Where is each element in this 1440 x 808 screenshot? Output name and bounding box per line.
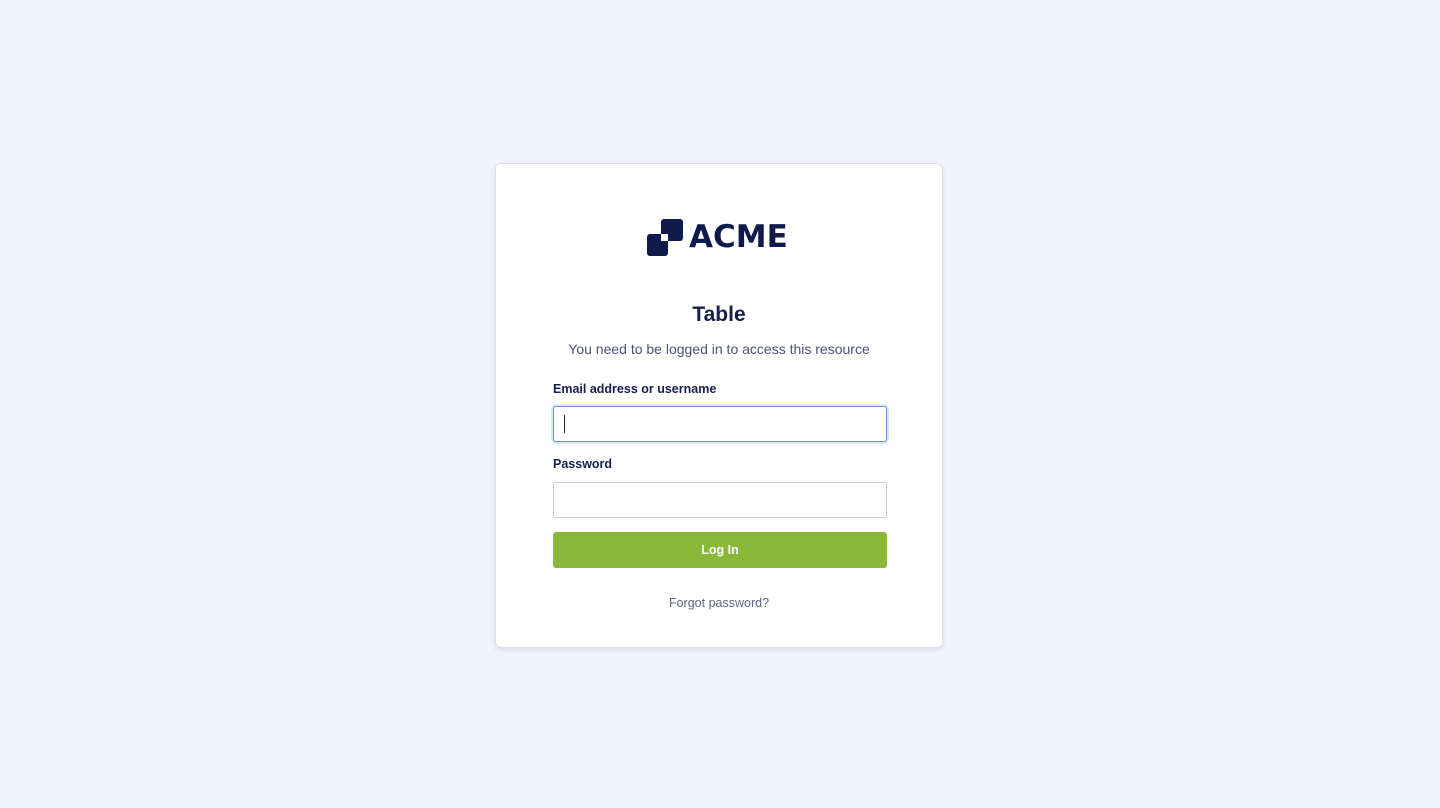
- login-button[interactable]: Log In: [553, 532, 887, 568]
- acme-logo: ACME: [647, 219, 788, 256]
- login-subtitle: You need to be logged in to access this …: [568, 341, 870, 357]
- email-input[interactable]: [553, 406, 887, 442]
- password-label: Password: [553, 457, 613, 471]
- email-label: Email address or username: [553, 382, 717, 396]
- acme-squares-logo-icon: [647, 219, 684, 256]
- page-title: Table: [692, 303, 746, 326]
- password-input[interactable]: [553, 482, 887, 518]
- brand-name: ACME: [689, 219, 788, 255]
- login-page: { "brand": { "name": "ACME", "color": "#…: [0, 0, 1440, 808]
- login-card: ACME Table You need to be logged in to a…: [495, 163, 943, 648]
- forgot-password-link[interactable]: Forgot password?: [496, 596, 942, 610]
- text-caret: [564, 415, 565, 433]
